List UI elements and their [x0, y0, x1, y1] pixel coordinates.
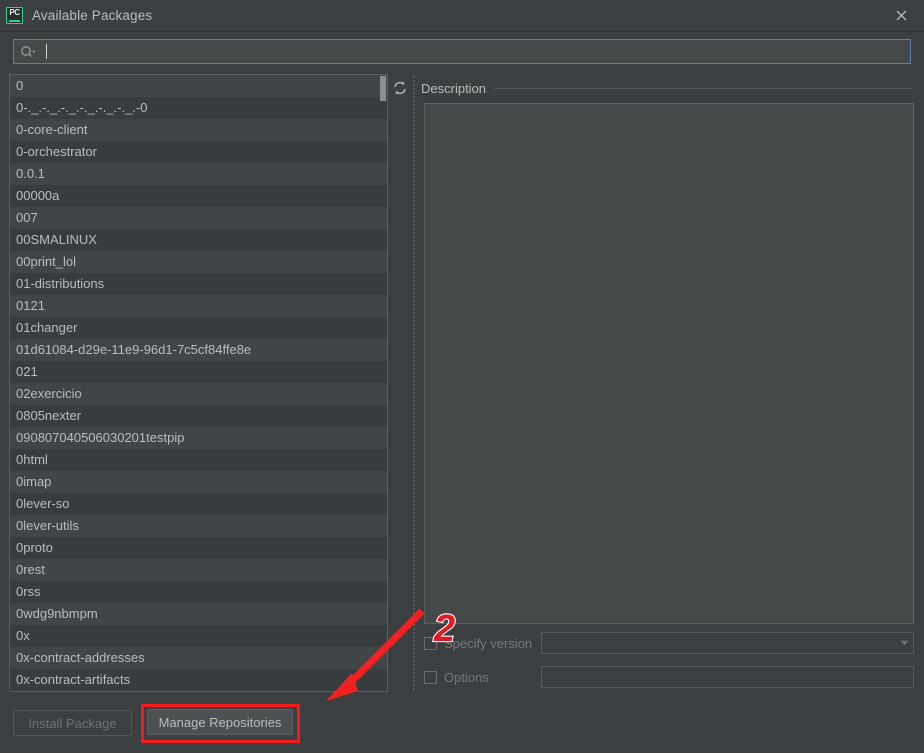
package-list-item[interactable]: 02exercicio: [10, 383, 387, 405]
package-list-item[interactable]: 0x-contract-artifacts: [10, 669, 387, 691]
close-icon[interactable]: [878, 0, 924, 31]
scrollbar-thumb[interactable]: [380, 76, 386, 101]
package-list-item[interactable]: 0proto: [10, 537, 387, 559]
package-list-item[interactable]: 0-._.-._.-._.-._.-._.-._.-0: [10, 97, 387, 119]
package-list-item[interactable]: 00000a: [10, 185, 387, 207]
package-list-item[interactable]: 01changer: [10, 317, 387, 339]
package-list-item[interactable]: 0html: [10, 449, 387, 471]
version-dropdown[interactable]: [541, 632, 914, 654]
package-list-item[interactable]: 0121: [10, 295, 387, 317]
options-input[interactable]: [541, 666, 914, 688]
install-package-button[interactable]: Install Package: [13, 710, 132, 736]
search-icon[interactable]: [20, 45, 37, 59]
specify-version-label: Specify version: [444, 635, 533, 651]
package-list-item[interactable]: 0.0.1: [10, 163, 387, 185]
package-list-item[interactable]: 00SMALINUX: [10, 229, 387, 251]
description-header: Description: [421, 79, 915, 97]
panel-splitter[interactable]: [412, 74, 416, 692]
options-row: Options: [424, 666, 914, 688]
package-list-item[interactable]: 0rss: [10, 581, 387, 603]
package-list-item[interactable]: 0lever-so: [10, 493, 387, 515]
package-list-item[interactable]: 0imap: [10, 471, 387, 493]
package-list-item[interactable]: 0rest: [10, 559, 387, 581]
description-body: [424, 103, 914, 624]
pycharm-icon-label: PC: [9, 8, 20, 17]
package-list-rows: 0 0-._.-._.-._.-._.-._.-._.-0 0-core-clien…: [10, 75, 387, 691]
specify-version-row: Specify version: [424, 632, 914, 654]
package-list-item[interactable]: 0-core-client: [10, 119, 387, 141]
package-list-item[interactable]: 021: [10, 361, 387, 383]
search-input[interactable]: [47, 41, 910, 62]
package-list-item[interactable]: 0x: [10, 625, 387, 647]
options-checkbox[interactable]: [424, 670, 437, 684]
package-list-item[interactable]: 0x-contract-addresses: [10, 647, 387, 669]
refresh-icon[interactable]: [389, 77, 411, 99]
pycharm-icon-underline: [8, 19, 20, 22]
package-list-item[interactable]: 0: [10, 75, 387, 97]
specify-version-checkbox[interactable]: [424, 636, 437, 650]
package-list-item[interactable]: 007: [10, 207, 387, 229]
package-list-item[interactable]: 01d61084-d29e-11e9-96d1-7c5cf84ffe8e: [10, 339, 387, 361]
window-title: Available Packages: [32, 8, 153, 23]
package-list-item[interactable]: 0wdg9nbmpm: [10, 603, 387, 625]
manage-repositories-button[interactable]: Manage Repositories: [147, 709, 293, 735]
package-list-scrollbar[interactable]: [379, 75, 387, 691]
package-list-item[interactable]: 0-orchestrator: [10, 141, 387, 163]
description-separator: [494, 87, 913, 89]
description-title: Description: [421, 80, 487, 96]
package-list-item[interactable]: 01-distributions: [10, 273, 387, 295]
package-list-item[interactable]: 090807040506030201testpip: [10, 427, 387, 449]
search-field[interactable]: [13, 39, 911, 64]
package-list[interactable]: 0 0-._.-._.-._.-._.-._.-._.-0 0-core-clien…: [9, 74, 388, 692]
chevron-down-icon[interactable]: [895, 640, 913, 646]
package-list-item[interactable]: 0805nexter: [10, 405, 387, 427]
title-bar: PC Available Packages: [0, 0, 924, 32]
pycharm-icon: PC: [6, 7, 23, 24]
options-label: Options: [444, 669, 489, 685]
package-list-item[interactable]: 0lever-utils: [10, 515, 387, 537]
package-list-item[interactable]: 00print_lol: [10, 251, 387, 273]
